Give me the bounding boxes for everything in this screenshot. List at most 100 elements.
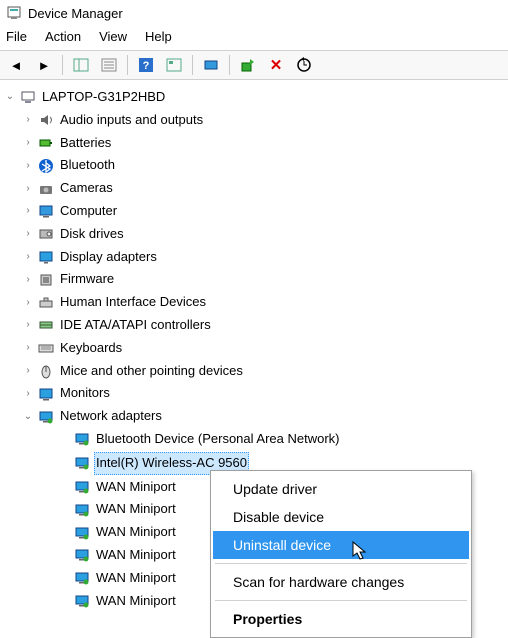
tree-node[interactable]: LAPTOP-G31P2HBD: [4, 86, 508, 109]
tree-node-label[interactable]: WAN Miniport: [94, 522, 178, 543]
properties-list-button[interactable]: [97, 54, 121, 76]
tree-node-label[interactable]: WAN Miniport: [94, 477, 178, 498]
expander-icon[interactable]: [22, 340, 34, 356]
menu-file[interactable]: File: [6, 29, 27, 45]
tree-node[interactable]: Audio inputs and outputs: [4, 109, 508, 132]
expander-icon[interactable]: [22, 181, 34, 197]
tree-node-label[interactable]: IDE ATA/ATAPI controllers: [58, 315, 213, 336]
tree-node[interactable]: Display adapters: [4, 246, 508, 269]
show-hidden-button[interactable]: [199, 54, 223, 76]
action-details-button[interactable]: [162, 54, 186, 76]
tree-node[interactable]: Bluetooth: [4, 154, 508, 177]
tree-node-label[interactable]: Firmware: [58, 269, 116, 290]
monitor-icon: [38, 386, 54, 402]
expander-icon[interactable]: [22, 249, 34, 265]
tree-node-label[interactable]: Keyboards: [58, 338, 124, 359]
uninstall-icon: ✕: [270, 56, 283, 74]
tree-node-label[interactable]: Bluetooth Device (Personal Area Network): [94, 429, 342, 450]
network-icon: [38, 409, 54, 425]
expander-icon[interactable]: [22, 295, 34, 311]
tree-node-label[interactable]: WAN Miniport: [94, 545, 178, 566]
tree-node-label[interactable]: Disk drives: [58, 224, 126, 245]
tree-node-label[interactable]: Mice and other pointing devices: [58, 361, 245, 382]
tree-node-label[interactable]: Computer: [58, 201, 119, 222]
context-menu-item[interactable]: Disable device: [213, 503, 469, 531]
netadapter-icon: [74, 525, 90, 541]
expander-icon[interactable]: [22, 317, 34, 333]
tree-node[interactable]: Bluetooth Device (Personal Area Network): [4, 428, 508, 451]
netadapter-icon: [74, 479, 90, 495]
tree-node[interactable]: Mice and other pointing devices: [4, 360, 508, 383]
expander-icon[interactable]: [4, 89, 16, 105]
pc-icon: [38, 203, 54, 219]
audio-icon: [38, 112, 54, 128]
uninstall-button[interactable]: ✕: [264, 54, 288, 76]
help-button[interactable]: ?: [134, 54, 158, 76]
firmware-icon: [38, 272, 54, 288]
tree-node[interactable]: Network adapters: [4, 405, 508, 428]
tree-node-label[interactable]: WAN Miniport: [94, 568, 178, 589]
expander-icon[interactable]: [22, 135, 34, 151]
expander-icon[interactable]: [22, 409, 34, 425]
tree-node-label[interactable]: WAN Miniport: [94, 499, 178, 520]
update-driver-icon: [240, 57, 256, 73]
tree-node-label[interactable]: WAN Miniport: [94, 591, 178, 612]
show-hidden-icon: [203, 57, 219, 73]
update-driver-button[interactable]: [236, 54, 260, 76]
forward-button[interactable]: ►: [32, 54, 56, 76]
scan-hardware-button[interactable]: [292, 54, 316, 76]
keyboard-icon: [38, 340, 54, 356]
tree-node[interactable]: Computer: [4, 200, 508, 223]
tree-node-label[interactable]: Cameras: [58, 178, 115, 199]
expander-icon[interactable]: [22, 386, 34, 402]
tree-node[interactable]: Batteries: [4, 132, 508, 155]
tree-node-label[interactable]: Display adapters: [58, 247, 159, 268]
expander-icon[interactable]: [22, 112, 34, 128]
tree-node[interactable]: Firmware: [4, 268, 508, 291]
menu-view[interactable]: View: [99, 29, 127, 45]
tree-node[interactable]: Human Interface Devices: [4, 291, 508, 314]
context-menu-item[interactable]: Scan for hardware changes: [213, 568, 469, 596]
netadapter-icon: [74, 455, 90, 471]
tree-node[interactable]: Disk drives: [4, 223, 508, 246]
netadapter-icon: [74, 547, 90, 563]
display-icon: [38, 249, 54, 265]
expander-icon[interactable]: [22, 203, 34, 219]
tree-node-label[interactable]: LAPTOP-G31P2HBD: [40, 87, 167, 108]
scan-hardware-icon: [296, 57, 312, 73]
context-menu-item[interactable]: Uninstall device: [213, 531, 469, 559]
netadapter-icon: [74, 593, 90, 609]
tree-node-label[interactable]: Network adapters: [58, 406, 164, 427]
toolbar-separator: [127, 55, 128, 75]
expander-icon[interactable]: [22, 363, 34, 379]
show-hide-tree-button[interactable]: [69, 54, 93, 76]
context-menu-item[interactable]: Properties: [213, 605, 469, 633]
tree-node-label[interactable]: Audio inputs and outputs: [58, 110, 205, 131]
tree-node-label[interactable]: Bluetooth: [58, 155, 117, 176]
menu-action[interactable]: Action: [45, 29, 81, 45]
show-hide-tree-icon: [73, 57, 89, 73]
netadapter-icon: [74, 431, 90, 447]
tree-node[interactable]: IDE ATA/ATAPI controllers: [4, 314, 508, 337]
app-icon: [6, 5, 22, 21]
tree-node-label[interactable]: Batteries: [58, 133, 113, 154]
expander-icon[interactable]: [22, 158, 34, 174]
forward-icon: ►: [38, 58, 51, 73]
svg-text:?: ?: [143, 60, 150, 72]
context-menu-item[interactable]: Update driver: [213, 475, 469, 503]
action-details-icon: [166, 57, 182, 73]
tree-node[interactable]: Keyboards: [4, 337, 508, 360]
tree-node[interactable]: Cameras: [4, 177, 508, 200]
context-menu-separator: [215, 600, 467, 601]
tree-node-label[interactable]: Human Interface Devices: [58, 292, 208, 313]
tree-node[interactable]: Monitors: [4, 382, 508, 405]
bluetooth-icon: [38, 158, 54, 174]
back-icon: ◄: [10, 58, 23, 73]
expander-icon[interactable]: [22, 272, 34, 288]
back-button[interactable]: ◄: [4, 54, 28, 76]
expander-icon[interactable]: [22, 226, 34, 242]
tree-node-label[interactable]: Monitors: [58, 383, 112, 404]
menu-help[interactable]: Help: [145, 29, 172, 45]
properties-list-icon: [101, 57, 117, 73]
help-icon: ?: [138, 57, 154, 73]
